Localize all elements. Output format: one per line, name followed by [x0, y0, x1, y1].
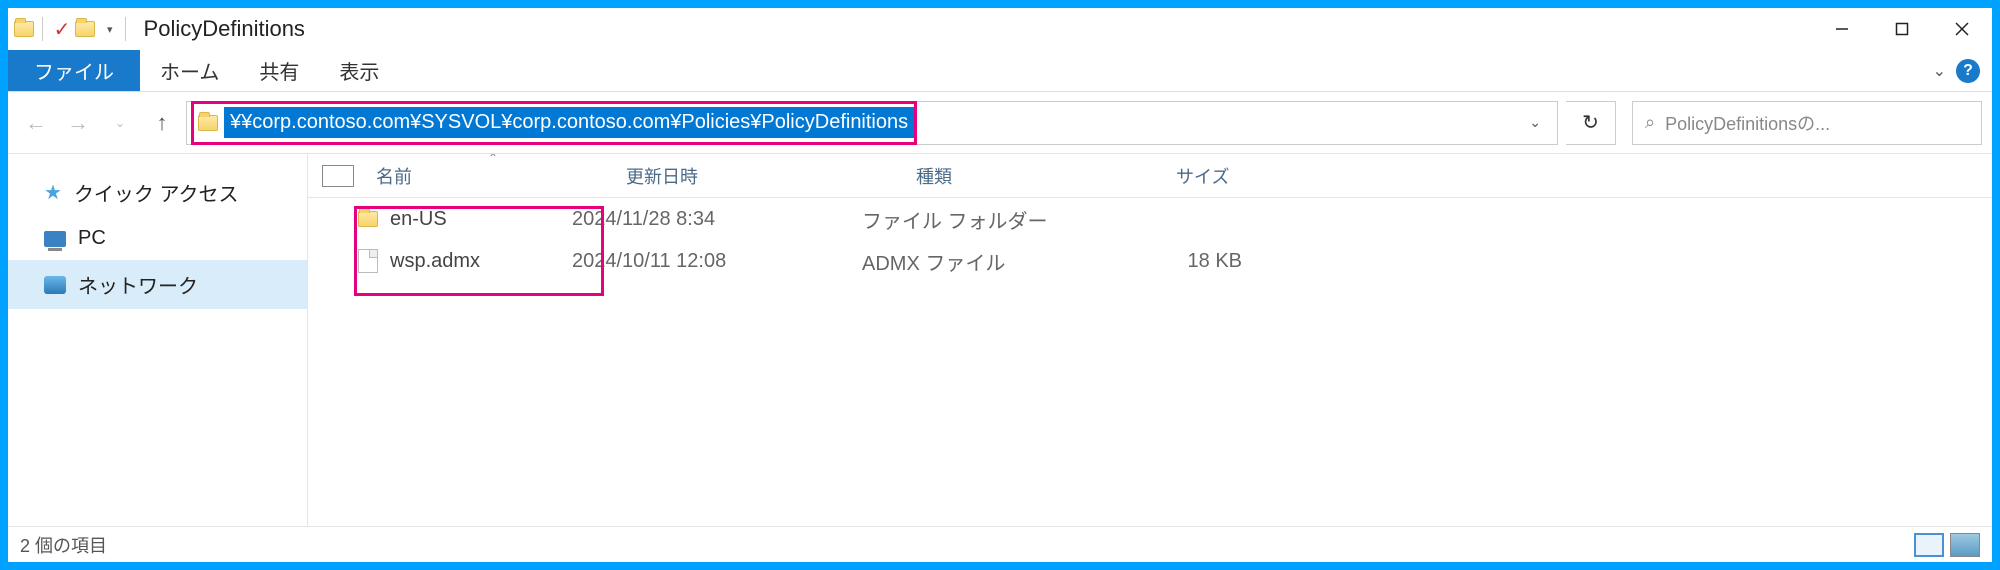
window-controls — [1812, 8, 1992, 50]
close-button[interactable] — [1932, 8, 1992, 50]
file-list-pane: ⌃ 名前 更新日時 種類 サイズ en-US 2024/11/28 8:34 フ… — [308, 154, 1992, 526]
navigation-pane: ★ クイック アクセス PC ネットワーク — [8, 154, 308, 526]
tab-share[interactable]: 共有 — [239, 50, 319, 91]
select-all-checkbox[interactable] — [322, 165, 354, 187]
address-path[interactable]: ¥¥corp.contoso.com¥SYSVOL¥corp.contoso.c… — [224, 107, 914, 138]
column-type[interactable]: 種類 — [908, 163, 1168, 189]
explorer-window: ✓ ▾ PolicyDefinitions ファイル ホーム 共有 表示 ⌄ ?… — [8, 8, 1992, 562]
nav-toolbar: ← → ⌄ ↑ ¥¥corp.contoso.com¥SYSVOL¥corp.c… — [8, 92, 1992, 154]
network-icon — [44, 276, 66, 294]
refresh-button[interactable]: ↻ — [1566, 101, 1616, 145]
search-input[interactable]: ⌕ PolicyDefinitionsの... — [1632, 101, 1982, 145]
sort-indicator-icon: ⌃ — [488, 154, 498, 165]
quick-access-toolbar: ✓ ▾ — [14, 17, 132, 41]
thumbnails-view-button[interactable] — [1950, 533, 1980, 557]
column-size[interactable]: サイズ — [1168, 163, 1318, 189]
address-bar[interactable]: ¥¥corp.contoso.com¥SYSVOL¥corp.contoso.c… — [186, 101, 1558, 145]
tab-home[interactable]: ホーム — [140, 50, 239, 91]
tab-view[interactable]: 表示 — [319, 50, 399, 91]
file-date: 2024/10/11 12:08 — [572, 250, 862, 273]
sidebar-item-label: ネットワーク — [78, 270, 198, 299]
folder-icon — [14, 21, 34, 37]
folder-icon[interactable] — [75, 21, 95, 37]
properties-icon[interactable]: ✓ — [51, 18, 73, 40]
sidebar-item-pc[interactable]: PC — [8, 217, 307, 260]
details-view-button[interactable] — [1914, 533, 1944, 557]
tab-file[interactable]: ファイル — [8, 50, 140, 91]
folder-icon — [198, 115, 218, 131]
recent-dropdown-icon[interactable]: ⌄ — [102, 103, 138, 143]
file-type: ADMX ファイル — [862, 247, 1122, 276]
search-icon: ⌕ — [1645, 112, 1655, 133]
star-icon: ★ — [44, 180, 62, 205]
qat-dropdown-icon[interactable]: ▾ — [97, 23, 117, 36]
maximize-button[interactable] — [1872, 8, 1932, 50]
address-dropdown-icon[interactable]: ⌄ — [1513, 114, 1557, 131]
view-mode-buttons — [1914, 533, 1980, 557]
separator — [42, 17, 43, 41]
file-rows: en-US 2024/11/28 8:34 ファイル フォルダー wsp.adm… — [308, 198, 1992, 282]
up-button[interactable]: ↑ — [144, 103, 180, 143]
search-placeholder: PolicyDefinitionsの... — [1665, 110, 1830, 136]
back-button[interactable]: ← — [18, 103, 54, 143]
help-icon[interactable]: ? — [1956, 59, 1980, 83]
sidebar-item-quick-access[interactable]: ★ クイック アクセス — [8, 168, 307, 217]
address-highlight: ¥¥corp.contoso.com¥SYSVOL¥corp.contoso.c… — [191, 101, 917, 145]
column-headers: ⌃ 名前 更新日時 種類 サイズ — [308, 154, 1992, 198]
item-count: 2 個の項目 — [20, 532, 107, 558]
body: ★ クイック アクセス PC ネットワーク ⌃ 名前 更新日時 種類 — [8, 154, 1992, 526]
status-bar: 2 個の項目 — [8, 526, 1992, 562]
column-name[interactable]: ⌃ 名前 — [368, 163, 618, 189]
sidebar-item-network[interactable]: ネットワーク — [8, 260, 307, 309]
file-size: 18 KB — [1122, 250, 1272, 273]
minimize-button[interactable] — [1812, 8, 1872, 50]
column-label: 名前 — [376, 167, 412, 187]
separator — [125, 17, 126, 41]
forward-button[interactable]: → — [60, 103, 96, 143]
file-date: 2024/11/28 8:34 — [572, 208, 862, 231]
titlebar: ✓ ▾ PolicyDefinitions — [8, 8, 1992, 50]
column-date[interactable]: 更新日時 — [618, 163, 908, 189]
filename-highlight: en-US wsp.admx — [354, 206, 604, 296]
file-type: ファイル フォルダー — [862, 205, 1122, 234]
ribbon-collapse-icon[interactable]: ⌄ — [1933, 61, 1946, 81]
sidebar-item-label: クイック アクセス — [74, 178, 239, 207]
window-title: PolicyDefinitions — [144, 16, 305, 42]
ribbon-tabs: ファイル ホーム 共有 表示 ⌄ ? — [8, 50, 1992, 92]
pc-icon — [44, 231, 66, 247]
sidebar-item-label: PC — [78, 227, 106, 250]
